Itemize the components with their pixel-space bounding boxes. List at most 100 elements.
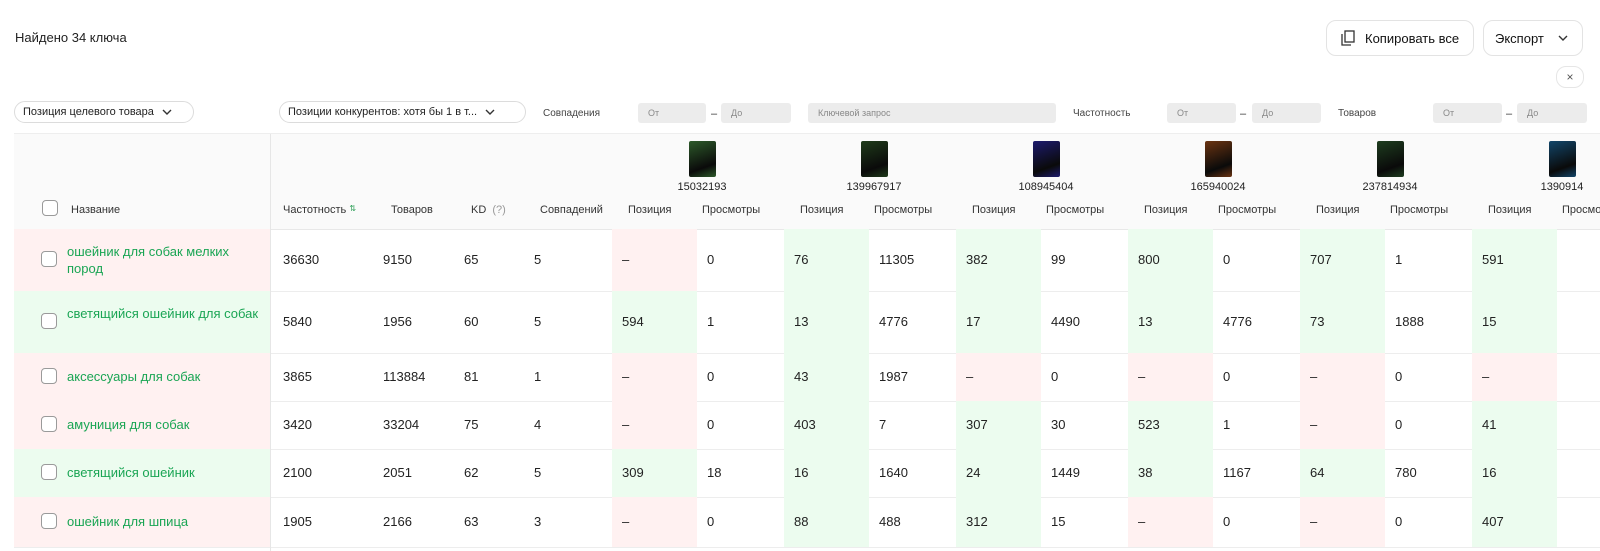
product-thumbnail[interactable] [688,141,716,177]
close-button[interactable]: × [1556,66,1584,88]
frequency-filter-label: Частотность [1073,108,1131,119]
keyword-search-input[interactable]: Ключевой запрос [808,103,1056,123]
row-checkbox[interactable] [41,368,57,384]
col-position-header: Позиция [1316,204,1360,216]
frequency-from-input[interactable]: От [1167,103,1236,123]
frequency-to-input[interactable]: До [1252,103,1321,123]
products-to-input[interactable]: До [1517,103,1587,123]
views-value: 4776 [1223,314,1252,329]
table-row[interactable]: светящийся ошейник для собак 5840 1956 60 5 5… [14,291,1600,354]
position-cell: 24 [956,449,1041,497]
col-kd-header: KD (?) [471,204,506,216]
views-value: 1 [1395,252,1403,267]
kd-value: 81 [464,369,479,384]
col-position-header: Позиция [800,204,844,216]
position-cell: 41 [1472,401,1557,449]
position-value: – [1310,369,1318,384]
keyword-link[interactable]: светящийся ошейник [67,464,267,481]
position-cell: 76 [784,229,869,291]
position-value: 707 [1310,252,1332,267]
col-kd-label: KD [471,204,487,216]
position-value: 523 [1138,417,1160,432]
position-value: – [1482,369,1490,384]
position-value: 43 [794,369,809,384]
col-frequency-header[interactable]: Частотность ⇅ [283,204,356,216]
position-cell: 403 [784,401,869,449]
position-cell: 13 [784,291,869,353]
export-label: Экспорт [1495,30,1544,46]
position-cell: – [1300,497,1385,547]
table-row[interactable]: ошейник для собак мелких пород 36630 9150 6… [14,229,1600,292]
target-position-dropdown[interactable]: Позиция целевого товара [14,101,194,123]
row-checkbox[interactable] [41,513,57,529]
position-value: 407 [1482,514,1504,529]
keyword-link[interactable]: светящийся ошейник для собак [67,305,267,322]
range-dash: – [1506,108,1513,120]
keyword-link[interactable]: амуниция для собак [67,416,267,433]
table-row[interactable]: аксессуары для собак 3865 113884 81 1 – 0 43 198… [14,353,1600,402]
views-value: 11305 [879,252,915,267]
row-checkbox[interactable] [41,251,57,267]
views-value: 0 [707,369,715,384]
table-row[interactable]: амуниция для собак 3420 33204 75 4 – 0 403 7 307 3… [14,401,1600,450]
competitors-dropdown[interactable]: Позиции конкурентов: хотя бы 1 в т... [279,101,526,123]
position-value: – [966,369,974,384]
matches-to-input[interactable]: До [721,103,791,123]
col-views-header: Просмотры [1218,204,1277,216]
product-column-header[interactable]: 1390914 [1502,141,1600,193]
keyword-link[interactable]: ошейник для собак мелких пород [67,243,267,277]
position-cell: 523 [1128,401,1213,449]
competitors-label: Позиции конкурентов: хотя бы 1 в т... [288,106,478,118]
range-dash: – [1240,108,1247,120]
product-column-header[interactable]: 139967917 [814,141,934,193]
position-value: 307 [966,417,988,432]
sort-icon: ⇅ [349,204,357,213]
position-cell: – [612,229,697,291]
col-matches-header: Совпадений [540,204,603,216]
product-column-header[interactable]: 108945404 [986,141,1106,193]
keywords-table: Название Частотность ⇅ Товаров KD (?) Со… [14,133,1600,551]
kd-help-icon[interactable]: (?) [492,204,505,216]
position-cell: – [1300,353,1385,401]
frequency-value: 5840 [283,314,312,329]
position-value: – [1310,417,1318,432]
views-value: 0 [707,252,715,267]
frequency-value: 1905 [283,514,312,529]
matches-from-input[interactable]: От [638,103,706,123]
table-row[interactable]: ошейник для шпица 1905 2166 63 3 – 0 88 488 312 15… [14,497,1600,548]
frequency-value: 3420 [283,417,312,432]
row-checkbox[interactable] [41,416,57,432]
table-row[interactable]: светящийся ошейник 2100 2051 62 5 309 18 16 1640… [14,449,1600,498]
position-value: – [622,417,630,432]
position-value: 41 [1482,417,1497,432]
row-checkbox[interactable] [41,464,57,480]
product-column-header[interactable]: 165940024 [1158,141,1278,193]
product-thumbnail[interactable] [860,141,888,177]
product-column-header[interactable]: 15032193 [642,141,762,193]
keyword-link[interactable]: ошейник для шпица [67,513,267,530]
select-all-checkbox[interactable] [42,200,58,216]
copy-all-button[interactable]: Копировать все [1326,20,1474,56]
row-checkbox[interactable] [41,313,57,329]
products-from-input[interactable]: От [1433,103,1502,123]
keyword-link[interactable]: аксессуары для собак [67,368,267,385]
kd-value: 62 [464,465,479,480]
views-value: 0 [1395,369,1403,384]
products-value: 2051 [383,465,412,480]
position-cell: – [1128,353,1213,401]
views-value: 1449 [1051,465,1080,480]
views-value: 780 [1395,465,1417,480]
position-cell: 800 [1128,229,1213,291]
product-thumbnail[interactable] [1548,141,1576,177]
position-cell: 15 [1472,291,1557,353]
product-id: 15032193 [677,181,727,193]
products-value: 9150 [383,252,412,267]
views-value: 1987 [879,369,908,384]
views-value: 0 [1223,369,1231,384]
product-thumbnail[interactable] [1032,141,1060,177]
product-thumbnail[interactable] [1376,141,1404,177]
product-column-header[interactable]: 237814934 [1330,141,1450,193]
export-button[interactable]: Экспорт [1483,20,1583,56]
position-cell: 64 [1300,449,1385,497]
product-thumbnail[interactable] [1204,141,1232,177]
